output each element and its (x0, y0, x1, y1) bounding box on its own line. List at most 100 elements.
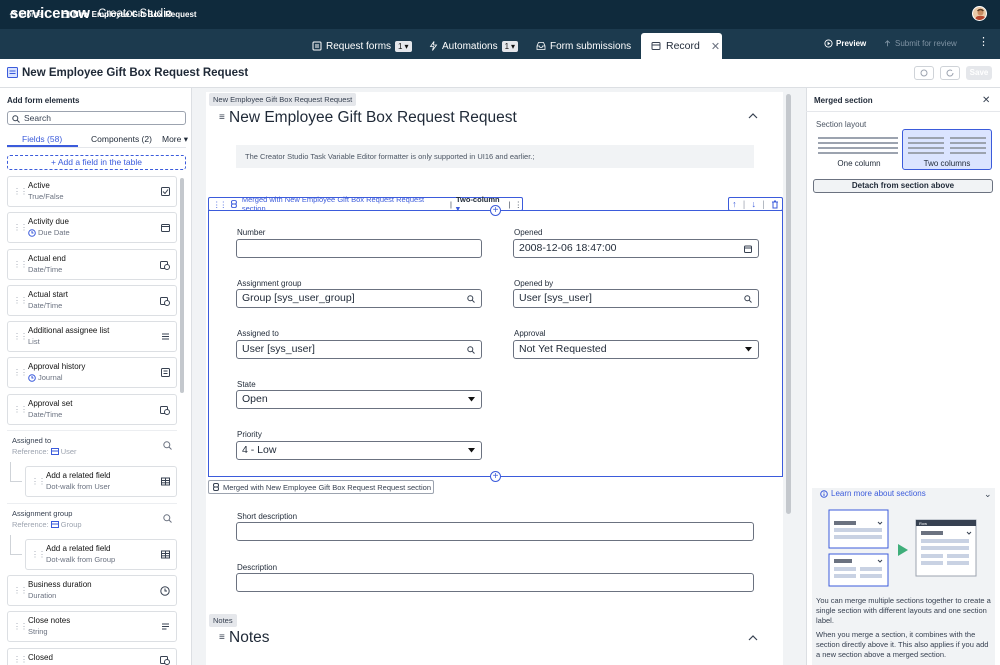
approval-select[interactable]: Not Yet Requested (513, 340, 759, 359)
refresh-button[interactable] (940, 66, 960, 80)
field-card[interactable]: ⋮⋮ Actual start Date/Time (7, 285, 177, 316)
add-section-below-button[interactable]: + (490, 471, 501, 482)
search-input[interactable]: Search (7, 111, 186, 125)
field-card[interactable]: ⋮⋮ Activity due Due Date (7, 212, 177, 243)
field-type: Date/Time (28, 265, 63, 274)
submit-for-review-button[interactable]: Submit for review (883, 39, 957, 48)
gear-icon (920, 69, 928, 77)
drag-handle-icon[interactable]: ⋮⋮ (13, 622, 28, 631)
drag-handle-icon[interactable]: ⋮⋮ (13, 332, 28, 341)
tab-fields[interactable]: Fields (58) (22, 134, 62, 144)
field-card[interactable]: ⋮⋮ Active True/False (7, 176, 177, 207)
search-icon[interactable] (467, 346, 475, 354)
field-card[interactable]: ⋮⋮ Actual end Date/Time (7, 249, 177, 280)
field-card[interactable]: ⋮⋮ Approval history Journal (7, 357, 177, 388)
more-vertical-icon[interactable]: ⋮ (978, 37, 989, 48)
field-reference-assignment-group[interactable]: Assignment group Reference: Group (7, 503, 177, 534)
layout-one-column-label: One column (837, 159, 881, 168)
illustration-label: Row (919, 521, 927, 526)
count-value: 1 (398, 41, 403, 51)
layout-one-column[interactable]: One column (814, 129, 904, 170)
short-description-field[interactable] (236, 522, 754, 541)
number-field[interactable] (236, 239, 482, 258)
arrow-down-icon[interactable]: ↓ (751, 199, 756, 209)
field-card[interactable]: ⋮⋮ Close notes String (7, 611, 177, 642)
tab-components[interactable]: Components (2) (91, 134, 152, 144)
field-card[interactable]: ⋮⋮ Business duration Duration (7, 575, 177, 606)
tab-automations[interactable]: Automations 1 ▾ (429, 37, 519, 55)
opened-field[interactable]: 2008-12-06 18:47:00 (513, 239, 759, 258)
merged-section-tag[interactable]: Merged with New Employee Gift Box Reques… (208, 480, 434, 494)
opened-by-field[interactable]: User [sys_user] (513, 289, 759, 308)
learn-more-link[interactable]: Learn more about sections (820, 489, 926, 498)
drag-handle-icon[interactable]: ⋮⋮ (31, 477, 46, 486)
tab-form-submissions-label: Form submissions (550, 40, 632, 52)
chevron-up-icon[interactable] (748, 634, 758, 641)
drag-handle-icon[interactable]: ⋮⋮ (31, 550, 46, 559)
calendar-icon[interactable] (744, 245, 752, 253)
breadcrumb-record[interactable]: New Employee Gift Box Request (61, 10, 197, 19)
tab-record[interactable]: Record ✕ (641, 33, 722, 59)
arrow-up-icon[interactable]: ↑ (732, 199, 737, 209)
drag-handle-icon[interactable]: ⋮⋮ (13, 368, 28, 377)
state-select[interactable]: Open (236, 390, 482, 409)
related-field-card[interactable]: ⋮⋮ Add a related field Dot-walk from Use… (25, 466, 177, 497)
assigned-to-field[interactable]: User [sys_user] (236, 340, 482, 359)
field-card[interactable]: ⋮⋮ Additional assignee list List (7, 321, 177, 352)
section-tag[interactable]: New Employee Gift Box Request Request (209, 93, 357, 106)
description-field[interactable] (236, 573, 754, 592)
left-scrollbar[interactable] (180, 178, 184, 393)
close-icon[interactable]: ✕ (711, 40, 720, 53)
more-vertical-icon[interactable]: ⋮ (515, 200, 523, 209)
save-button[interactable]: Save (966, 66, 992, 80)
search-icon[interactable] (163, 441, 172, 450)
count-badge[interactable]: 1 ▾ (501, 40, 519, 52)
separator: | (508, 199, 511, 209)
tab-request-forms[interactable]: Request forms 1 ▾ (312, 37, 412, 55)
section-tag[interactable]: Notes (209, 614, 237, 627)
add-section-above-button[interactable]: + (490, 205, 501, 216)
assignment-group-field[interactable]: Group [sys_user_group] (236, 289, 482, 308)
add-field-button[interactable]: + Add a field in the table (7, 155, 186, 170)
drag-handle-icon[interactable]: ⋮⋮ (13, 260, 28, 269)
drag-handle-icon[interactable]: ⋮⋮ (13, 586, 28, 595)
field-name: Actual start (28, 290, 69, 299)
priority-select[interactable]: 4 - Low (236, 441, 482, 460)
merged-section-toolbar[interactable]: ⋮⋮ Merged with New Employee Gift Box Req… (208, 195, 523, 213)
form-icon (312, 41, 322, 51)
layout-two-columns[interactable]: Two columns (902, 129, 992, 170)
scrollbar-thumb[interactable] (786, 94, 791, 514)
drag-handle-icon[interactable]: ≡ (219, 632, 225, 643)
search-icon[interactable] (467, 295, 475, 303)
close-icon[interactable]: ✕ (982, 95, 990, 106)
drag-handle-icon[interactable]: ⋮⋮ (13, 405, 28, 414)
drag-handle-icon[interactable]: ⋮⋮ (13, 223, 28, 232)
chevron-down-icon[interactable]: ⌄ (984, 489, 992, 500)
clock-icon (28, 373, 36, 382)
merged-label: Merged with New Employee Gift Box Reques… (223, 482, 432, 492)
drag-handle-icon[interactable]: ⋮⋮ (213, 200, 227, 209)
field-card[interactable]: ⋮⋮ Approval set Date/Time (7, 394, 177, 425)
chevron-up-icon[interactable] (748, 112, 758, 119)
trash-icon[interactable] (771, 200, 779, 209)
tab-form-submissions[interactable]: Form submissions (536, 37, 631, 55)
canvas-scrollbar[interactable] (784, 92, 793, 665)
settings-button[interactable] (914, 66, 934, 80)
calendar-clock-icon (160, 260, 170, 270)
drag-handle-icon[interactable]: ≡ (219, 112, 225, 123)
drag-handle-icon[interactable]: ⋮⋮ (13, 655, 28, 664)
drag-handle-icon[interactable]: ⋮⋮ (13, 187, 28, 196)
tab-more[interactable]: More ▾ (162, 134, 188, 145)
search-icon[interactable] (163, 514, 172, 523)
related-field-card[interactable]: ⋮⋮ Add a related field Dot-walk from Gro… (25, 539, 177, 570)
breadcrumb-home[interactable]: Home (9, 10, 42, 19)
avatar[interactable] (972, 6, 987, 21)
search-icon[interactable] (744, 295, 752, 303)
detach-button[interactable]: Detach from section above (813, 179, 993, 193)
count-badge[interactable]: 1 ▾ (395, 40, 412, 52)
field-reference-assigned-to[interactable]: Assigned to Reference: User (7, 430, 177, 461)
tab-request-forms-label: Request forms (326, 40, 392, 52)
preview-button[interactable]: Preview (824, 39, 866, 48)
field-card[interactable]: ⋮⋮ Closed (7, 648, 177, 665)
drag-handle-icon[interactable]: ⋮⋮ (13, 296, 28, 305)
